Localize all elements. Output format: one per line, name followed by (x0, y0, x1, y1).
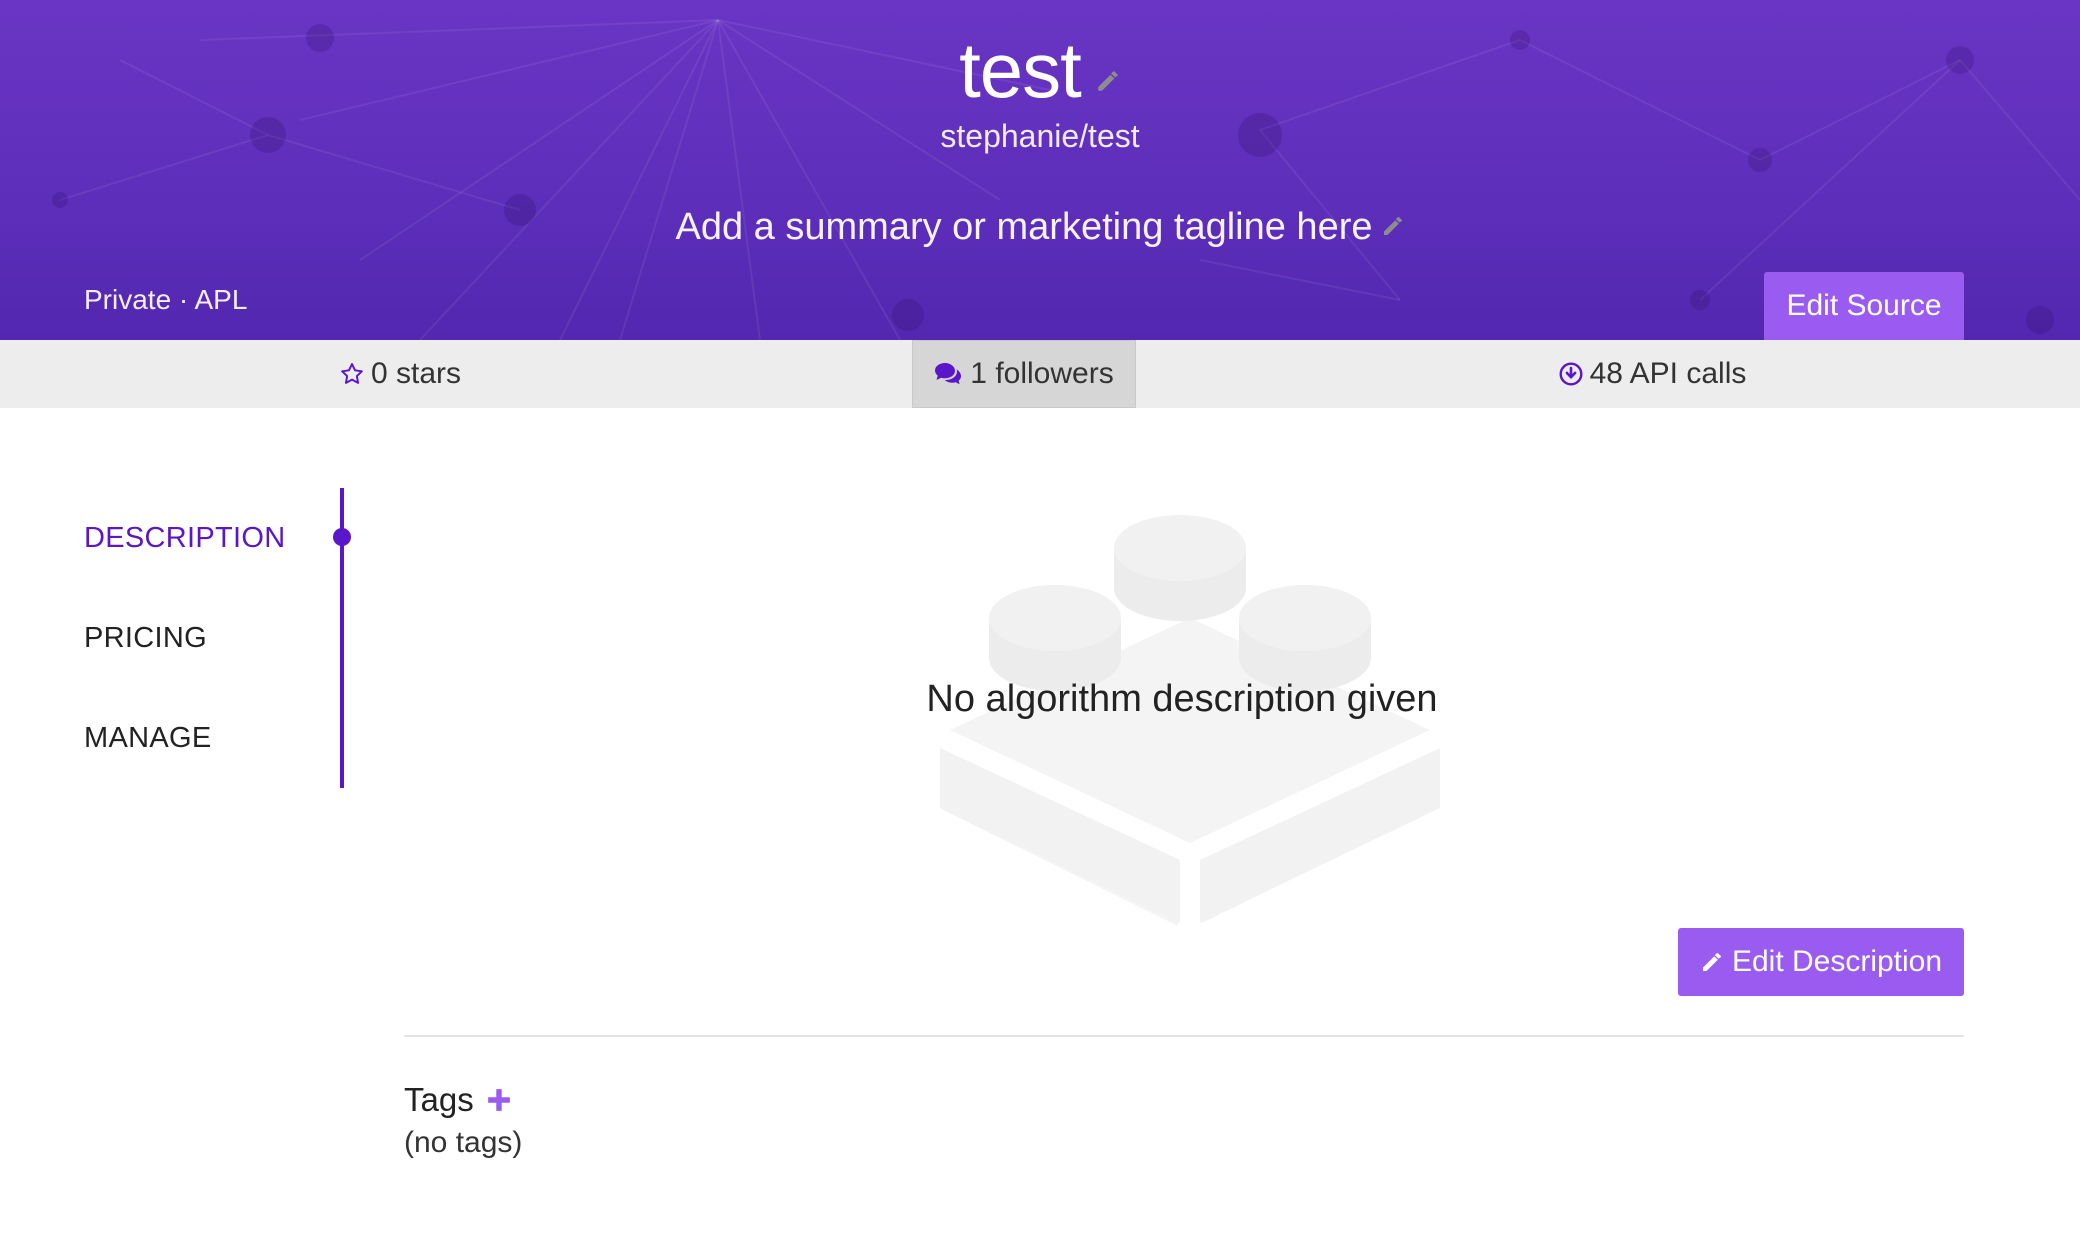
followers-stat[interactable]: 1 followers (912, 340, 1136, 408)
add-tag-button[interactable] (486, 1087, 512, 1113)
algorithm-header: test stephanie/test Add a summary or mar… (0, 0, 2080, 340)
api-calls-count: 48 API calls (1589, 357, 1747, 390)
tags-empty-state: (no tags) (404, 1126, 523, 1159)
stats-bar: 0 stars 1 followers 48 API calls (0, 340, 2080, 408)
followers-count: 1 followers (970, 357, 1114, 390)
empty-description-message: No algorithm description given (926, 678, 1438, 720)
nav-item-pricing[interactable]: PRICING (84, 620, 207, 656)
tagline-text: Add a summary or marketing tagline here (675, 206, 1373, 248)
nav-active-indicator (333, 528, 351, 546)
star-outline-icon (341, 363, 363, 384)
algorithm-title: test (0, 22, 2080, 118)
algorithm-path: stephanie/test (940, 118, 1140, 154)
visibility-license: Private · APL (84, 284, 248, 315)
download-circle-icon (1559, 362, 1583, 386)
pencil-icon[interactable] (1095, 19, 1121, 115)
stars-stat[interactable]: 0 stars (300, 340, 500, 408)
api-calls-stat[interactable]: 48 API calls (1540, 340, 1764, 408)
edit-source-button[interactable]: Edit Source (1764, 272, 1964, 340)
stars-count: 0 stars (370, 357, 462, 390)
section-divider (404, 1035, 1964, 1037)
plus-icon (487, 1089, 510, 1111)
nav-item-manage[interactable]: MANAGE (84, 720, 212, 756)
algorithm-title-text: test (959, 26, 1082, 114)
edit-description-label: Edit Description (1731, 945, 1943, 978)
section-nav: DESCRIPTION PRICING MANAGE (84, 488, 354, 788)
nav-item-description[interactable]: DESCRIPTION (84, 520, 286, 556)
tags-section-heading: Tags (404, 1080, 512, 1120)
pencil-icon (1702, 953, 1721, 971)
tagline: Add a summary or marketing tagline here (0, 204, 2080, 250)
tags-heading-text: Tags (404, 1081, 474, 1118)
pencil-icon[interactable] (1381, 203, 1405, 249)
edit-description-button[interactable]: Edit Description (1678, 928, 1964, 996)
comments-icon (935, 363, 962, 385)
